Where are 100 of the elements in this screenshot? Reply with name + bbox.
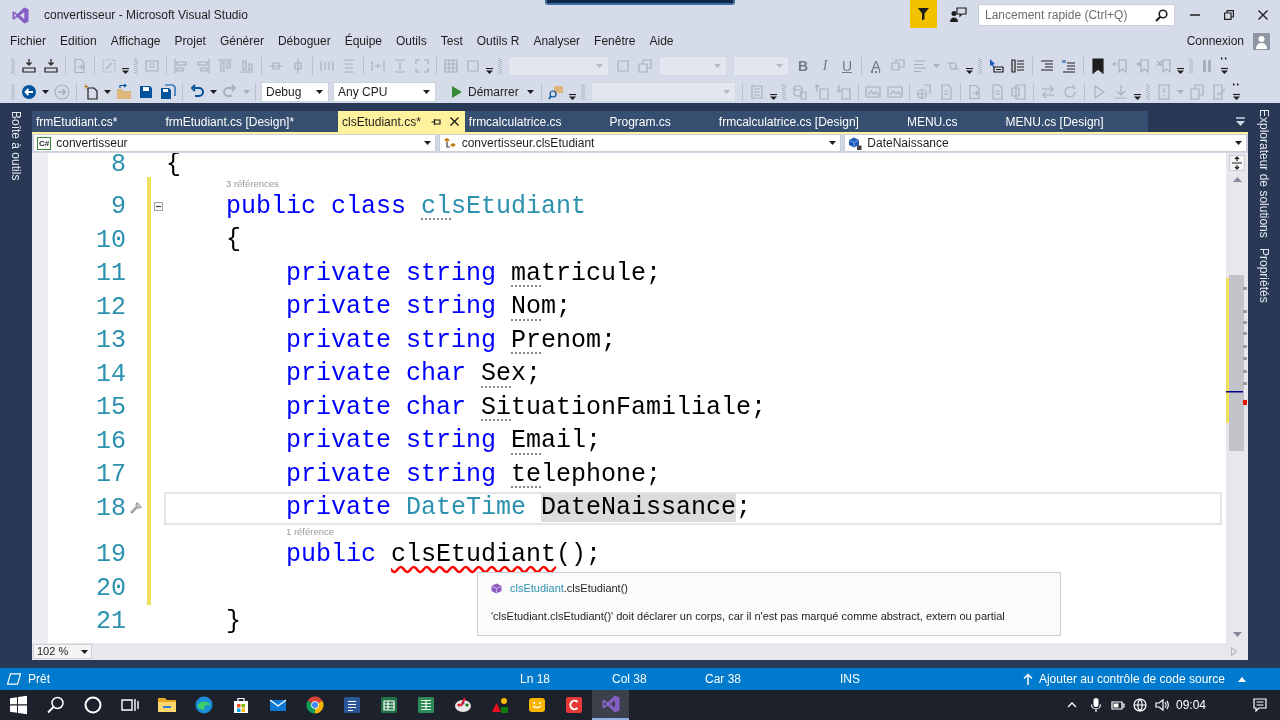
- document-tab[interactable]: frmEtudiant.cs*: [32, 111, 162, 132]
- code-line: private string Prenom;: [286, 326, 617, 355]
- toolbar-grip[interactable]: [1189, 56, 1193, 75]
- menu-item[interactable]: Edition: [53, 31, 104, 51]
- close-icon[interactable]: [1258, 10, 1268, 20]
- toolbar-overflow-icon[interactable]: [1221, 57, 1228, 74]
- toolbar-grip[interactable]: [580, 82, 585, 101]
- back-icon[interactable]: [21, 83, 37, 100]
- indent-icon[interactable]: [1039, 57, 1055, 74]
- undo-icon[interactable]: [189, 83, 205, 100]
- split-icon[interactable]: [1229, 155, 1245, 171]
- toolbar-options-icon[interactable]: [1177, 68, 1184, 74]
- toolbar-grip[interactable]: [11, 82, 15, 101]
- search-icon[interactable]: [45, 695, 66, 715]
- source-control-button[interactable]: Ajouter au contrôle de code source: [1022, 670, 1246, 688]
- menu-item[interactable]: Outils: [389, 31, 434, 51]
- person-speech-icon[interactable]: [949, 7, 967, 23]
- side-panel-tab[interactable]: Boîte à outils: [8, 111, 24, 181]
- document-tab[interactable]: frmcalculatrice.cs [Design]: [714, 111, 903, 132]
- list-icon[interactable]: [1010, 57, 1026, 74]
- toolbar-grip[interactable]: [11, 56, 15, 75]
- close-icon[interactable]: [449, 117, 459, 126]
- document-tile-icon: [341, 695, 362, 715]
- menu-item[interactable]: Générer: [212, 31, 271, 51]
- toolbar-grip[interactable]: [1145, 82, 1150, 101]
- menu-item[interactable]: Projet: [167, 31, 213, 51]
- toolbar-options-icon[interactable]: [486, 68, 493, 74]
- sign-in-button[interactable]: Connexion: [1186, 32, 1244, 50]
- collapse-icon[interactable]: [154, 202, 163, 212]
- globe-icon[interactable]: [1132, 698, 1147, 712]
- dropdown[interactable]: Any CPU: [333, 81, 436, 102]
- document-tab[interactable]: MENU.cs [Design]: [1001, 111, 1148, 132]
- side-panel-tab[interactable]: Propriétés: [1256, 247, 1272, 303]
- line-number: 9: [110, 191, 126, 223]
- document-tab[interactable]: Program.cs: [605, 111, 715, 132]
- bookmark-icon[interactable]: [1090, 57, 1106, 74]
- restore-icon[interactable]: [1224, 10, 1234, 20]
- scroll-down-icon[interactable]: [1232, 632, 1242, 637]
- toolbar-grip[interactable]: [781, 82, 786, 101]
- speaker-icon[interactable]: [1154, 698, 1169, 712]
- document-tab[interactable]: frmEtudiant.cs [Design]*: [161, 111, 339, 132]
- menu-item[interactable]: Équipe: [337, 31, 390, 51]
- quick-launch-field[interactable]: Lancement rapide (Ctrl+Q): [978, 4, 1175, 26]
- tab-list-icon[interactable]: [1236, 117, 1245, 126]
- menu-item[interactable]: Fichier: [3, 31, 53, 51]
- toolbar-grip[interactable]: [498, 56, 502, 75]
- menu-item[interactable]: Aide: [642, 31, 681, 51]
- document-tab[interactable]: MENU.cs: [902, 111, 1002, 132]
- notification-icon[interactable]: [1253, 698, 1267, 712]
- four-panes-icon[interactable]: [8, 695, 29, 715]
- search-icon[interactable]: [1155, 8, 1168, 22]
- toolbar-options-icon[interactable]: [966, 68, 973, 74]
- menu-item[interactable]: Déboguer: [270, 31, 338, 51]
- scroll-up-icon[interactable]: [1232, 177, 1242, 182]
- microphone-icon[interactable]: [1088, 697, 1103, 713]
- pin-icon[interactable]: [430, 116, 441, 127]
- new-item-icon[interactable]: [83, 83, 99, 100]
- comment-lines-icon[interactable]: [1061, 57, 1077, 74]
- caret-icon: [829, 141, 837, 145]
- scroll-right-icon[interactable]: [1231, 647, 1237, 656]
- caret-icon[interactable]: [42, 89, 49, 94]
- navigation-dropdown[interactable]: DateNaissance: [844, 134, 1247, 152]
- toolbar-options-icon[interactable]: [122, 68, 129, 74]
- document-tab[interactable]: clsEtudiant.cs*: [338, 111, 465, 132]
- folder-icon[interactable]: [116, 83, 132, 100]
- language-badge: C#: [37, 136, 52, 150]
- person-icon[interactable]: [1253, 32, 1270, 50]
- battery-icon[interactable]: [1110, 698, 1125, 712]
- ribbon-logo-icon: [12, 6, 29, 24]
- ring-icon[interactable]: [82, 695, 103, 715]
- build-icon[interactable]: [43, 57, 59, 74]
- toolbar-grip[interactable]: [978, 56, 982, 75]
- toolbar-grip[interactable]: [134, 56, 138, 75]
- caret-icon[interactable]: [104, 89, 111, 94]
- find-in-files-icon[interactable]: [547, 83, 564, 100]
- toolbar-overflow-icon[interactable]: [1232, 83, 1240, 100]
- pointer-box-icon[interactable]: [988, 57, 1004, 74]
- toolbar-options-icon[interactable]: [1133, 94, 1141, 100]
- dropdown[interactable]: Debug: [261, 81, 329, 102]
- toolbar-options-icon[interactable]: [568, 94, 576, 100]
- document-tab[interactable]: frmcalculatrice.cs: [464, 111, 606, 132]
- menu-item[interactable]: Analyser: [526, 31, 588, 51]
- caret-icon[interactable]: [210, 89, 217, 94]
- funnel-icon[interactable]: [910, 0, 937, 28]
- menu-item[interactable]: Test: [433, 31, 470, 51]
- navigation-dropdown[interactable]: convertisseur.clsEtudiant: [438, 134, 842, 152]
- zoom-dropdown[interactable]: 102 %: [33, 644, 92, 659]
- save-icon[interactable]: [138, 83, 154, 100]
- menu-item[interactable]: Outils R: [469, 31, 527, 51]
- menu-item[interactable]: Fenêtre: [587, 31, 643, 51]
- toolbar-options-icon[interactable]: [769, 94, 777, 100]
- line-number: 11: [95, 258, 126, 290]
- start-button[interactable]: Démarrer: [438, 81, 538, 102]
- build-icon[interactable]: [21, 57, 37, 74]
- menu-item[interactable]: Affichage: [103, 31, 168, 51]
- navigation-dropdown[interactable]: C# convertisseur: [33, 134, 436, 152]
- side-panel-tab[interactable]: Explorateur de solutions: [1256, 109, 1272, 238]
- screwdriver-icon[interactable]: [129, 502, 142, 515]
- chevron-up-icon[interactable]: [1066, 701, 1077, 709]
- save-all-icon[interactable]: [160, 83, 176, 100]
